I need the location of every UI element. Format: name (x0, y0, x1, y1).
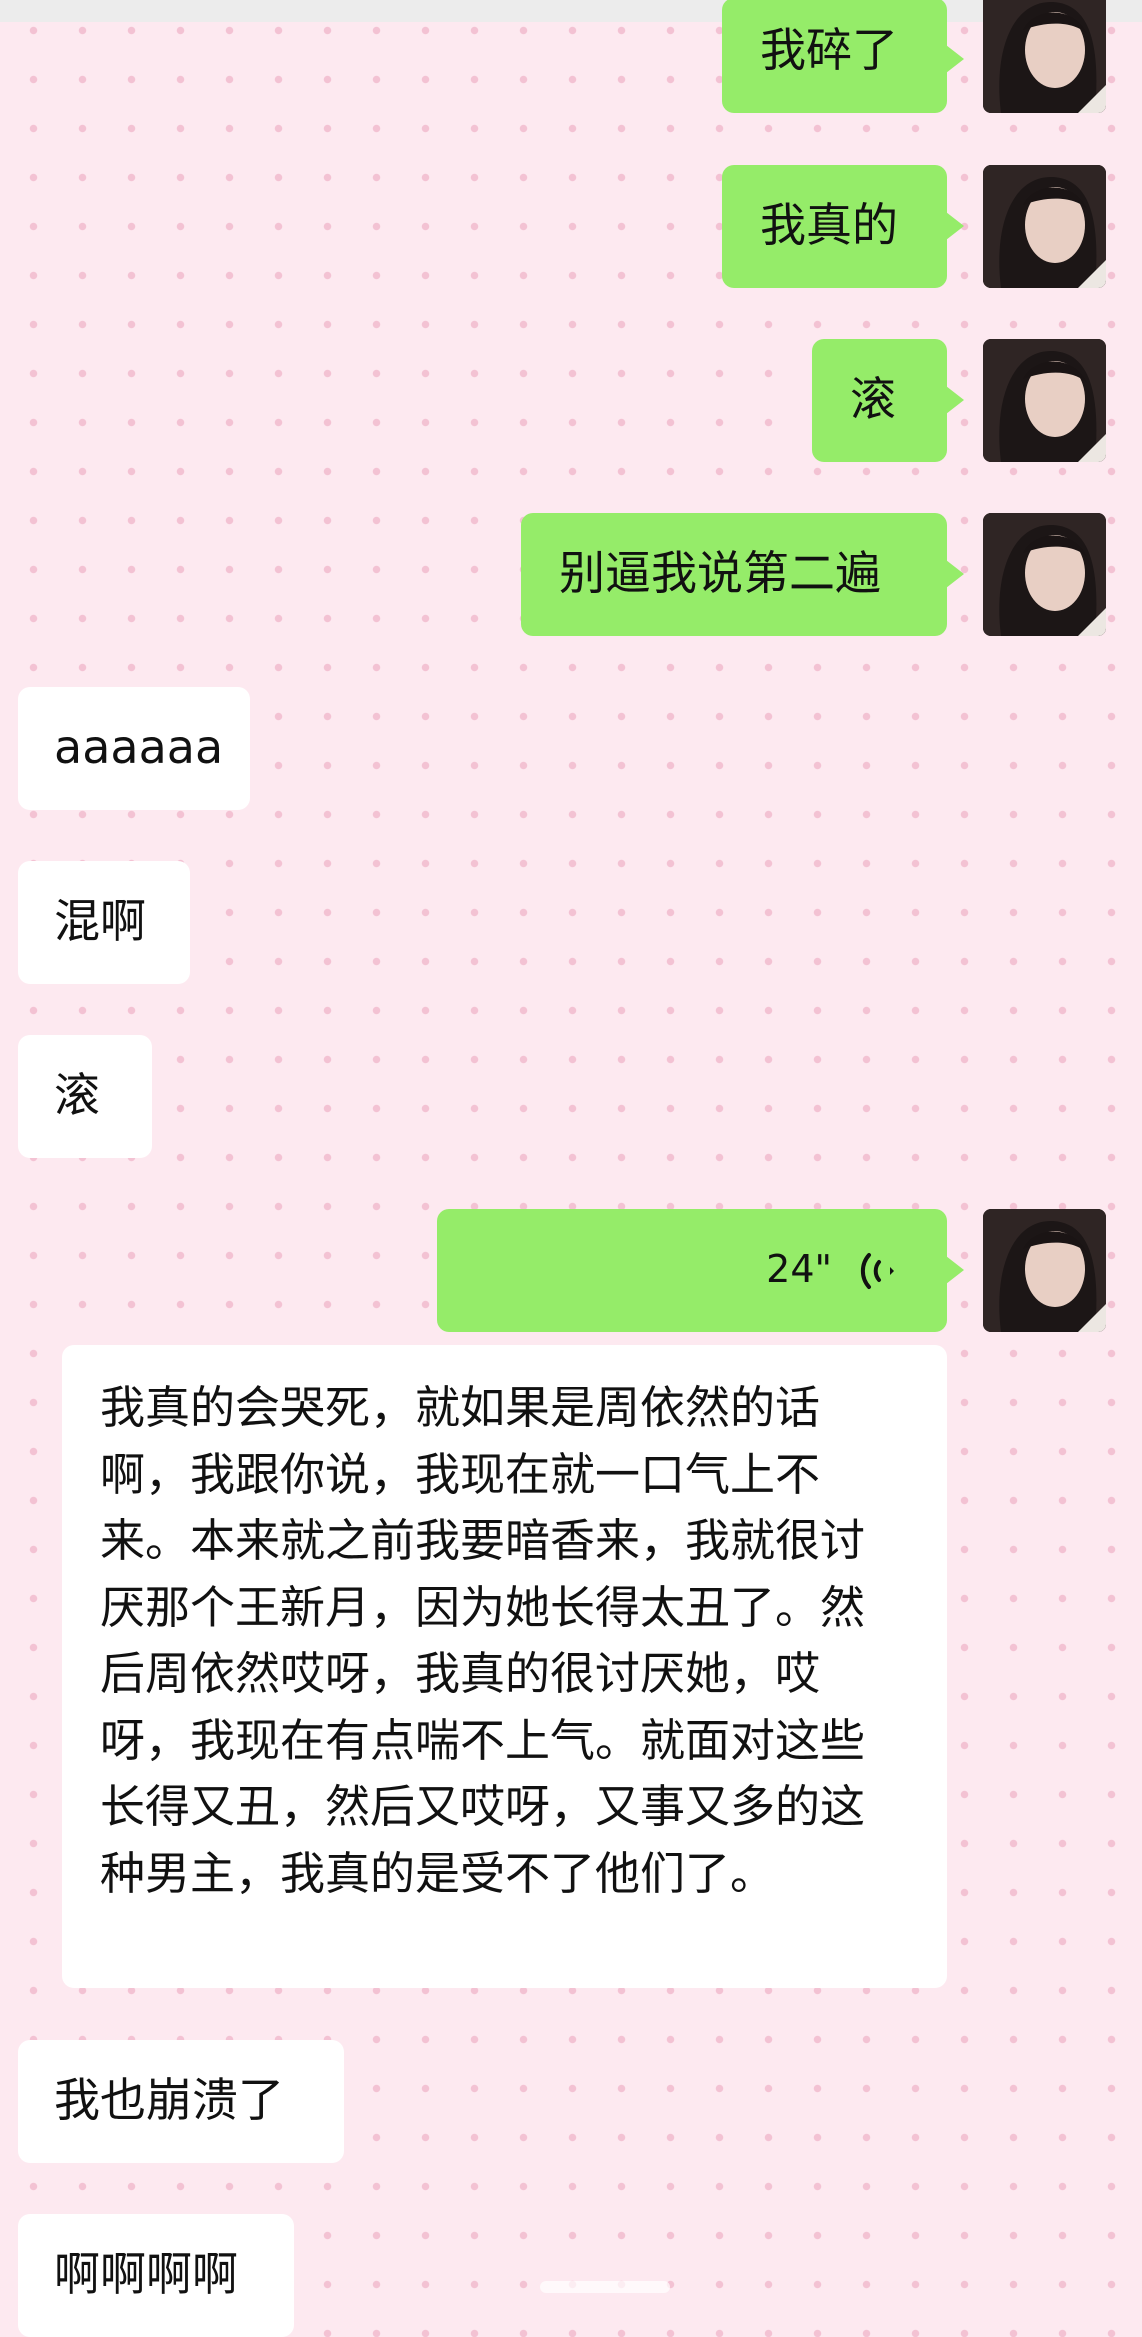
voice-duration: 24" (766, 1247, 832, 1291)
incoming-message[interactable]: 混啊 (18, 861, 190, 984)
incoming-message[interactable]: 滚 (18, 1035, 152, 1158)
outgoing-message[interactable]: 别逼我说第二遍 (521, 513, 964, 636)
voice-wave-icon (860, 1253, 894, 1289)
avatar-portrait-icon (983, 0, 1106, 113)
watermark-icon (540, 2281, 670, 2293)
outgoing-message[interactable]: 我碎了 (722, 0, 964, 113)
outgoing-message[interactable]: 滚 (812, 339, 964, 462)
incoming-message[interactable]: 啊啊啊啊 (18, 2214, 294, 2337)
user-avatar[interactable] (983, 165, 1106, 288)
top-edge (0, 0, 1142, 22)
incoming-message[interactable]: 我也崩溃了 (18, 2040, 344, 2163)
voice-transcript-text: 我真的会哭死，就如果是周依然的话啊，我跟你说，我现在就一口气上不来。本来就之前我… (62, 1345, 947, 1988)
voice-message-bubble[interactable]: 24" (437, 1209, 964, 1332)
user-avatar[interactable] (983, 513, 1106, 636)
avatar-portrait-icon (983, 339, 1106, 462)
incoming-message[interactable]: aaaaaa (18, 687, 250, 810)
outgoing-message[interactable]: 我真的 (722, 165, 964, 288)
user-avatar[interactable] (983, 1209, 1106, 1332)
user-avatar[interactable] (983, 339, 1106, 462)
avatar-portrait-icon (983, 513, 1106, 636)
avatar-portrait-icon (983, 165, 1106, 288)
user-avatar[interactable] (983, 0, 1106, 113)
avatar-portrait-icon (983, 1209, 1106, 1332)
